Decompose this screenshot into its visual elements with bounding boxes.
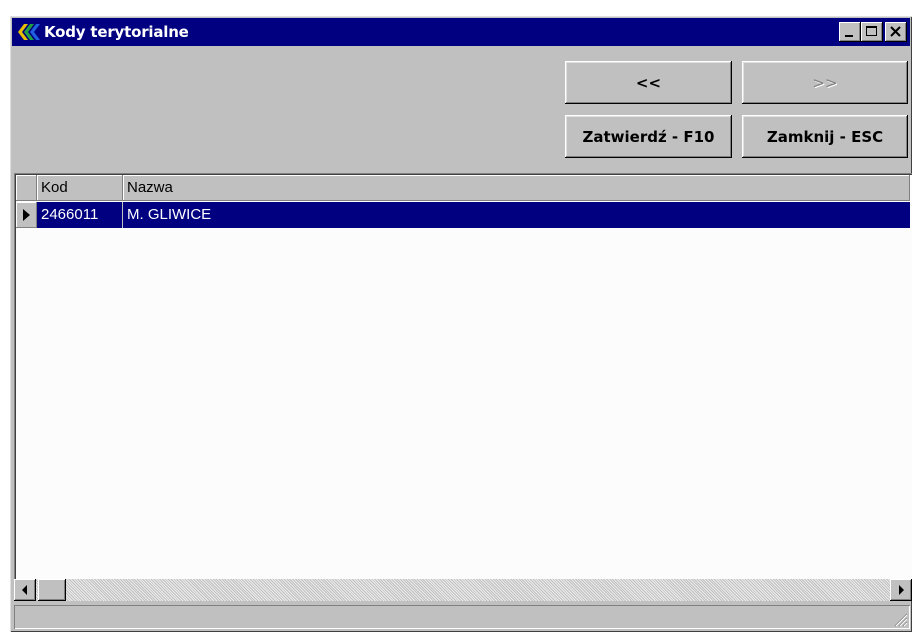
- header-corner: [16, 175, 37, 201]
- previous-button[interactable]: <<: [565, 61, 732, 104]
- cell-nazwa[interactable]: M. GLIWICE: [123, 202, 910, 228]
- minimize-button[interactable]: [839, 22, 861, 42]
- title-bar[interactable]: Kody terytorialne: [12, 18, 910, 46]
- close-dialog-button[interactable]: Zamknij - ESC: [742, 115, 908, 158]
- app-icon: [18, 24, 40, 40]
- caption-buttons: [839, 22, 907, 42]
- maximize-icon: [866, 26, 877, 36]
- scroll-left-button[interactable]: [14, 579, 36, 601]
- minimize-icon: [845, 35, 853, 37]
- column-header-nazwa[interactable]: Nazwa: [123, 175, 910, 201]
- arrow-left-icon: [22, 585, 27, 595]
- confirm-button[interactable]: Zatwierdź - F10: [565, 115, 732, 158]
- dialog-window: Kody terytorialne << >> Zatwierdź - F10: [10, 16, 912, 632]
- data-grid[interactable]: Kod Nazwa 2466011 M. GLIWICE: [14, 173, 912, 601]
- scroll-right-button[interactable]: [890, 579, 912, 601]
- current-row-arrow-icon: [23, 209, 30, 221]
- status-bar: [14, 605, 910, 629]
- horizontal-scrollbar[interactable]: [14, 579, 912, 601]
- close-icon: [890, 26, 901, 37]
- row-indicator: [16, 202, 37, 228]
- arrow-right-icon: [899, 585, 904, 595]
- column-header-kod[interactable]: Kod: [37, 175, 123, 201]
- maximize-button[interactable]: [861, 22, 883, 42]
- grid-header: Kod Nazwa: [16, 175, 910, 201]
- next-button[interactable]: >>: [742, 61, 908, 104]
- close-button[interactable]: [885, 22, 907, 42]
- cell-kod[interactable]: 2466011: [37, 202, 123, 228]
- resize-grip-icon[interactable]: [892, 611, 908, 627]
- scroll-thumb[interactable]: [38, 579, 66, 601]
- table-row[interactable]: 2466011 M. GLIWICE: [16, 202, 910, 228]
- window-title: Kody terytorialne: [44, 23, 189, 41]
